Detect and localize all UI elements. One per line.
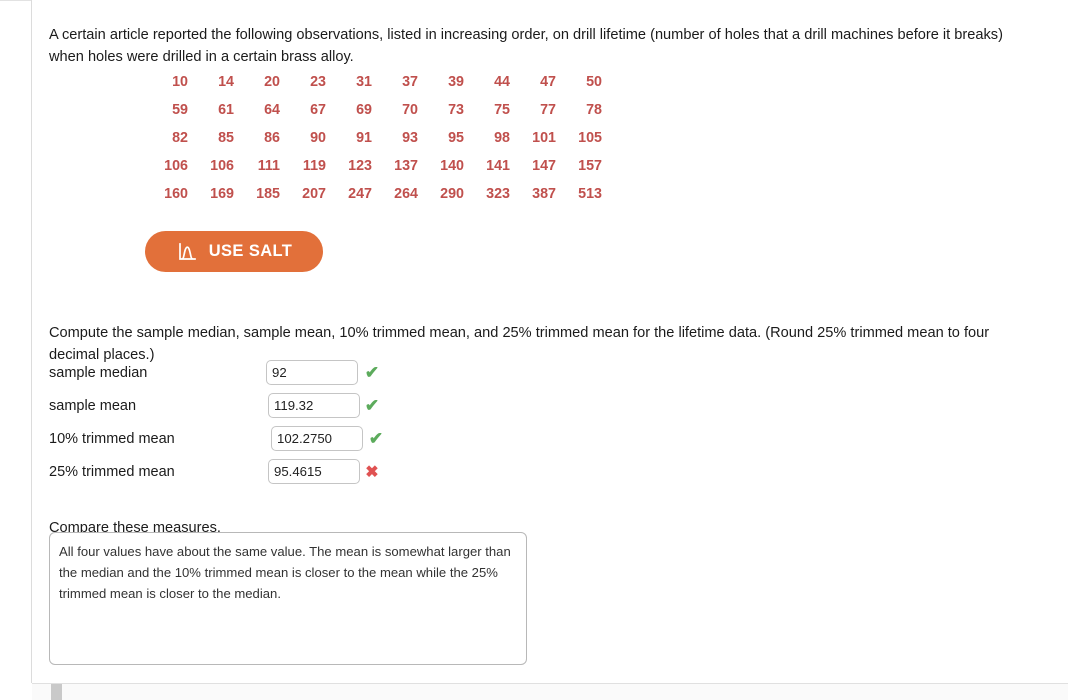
data-cell: 141	[486, 158, 510, 174]
data-cell: 14	[218, 74, 234, 90]
data-cell: 387	[532, 186, 556, 202]
observations-table: 10 14 20 23 31 37 39 44 47 50 59 61 64 6…	[142, 68, 602, 208]
sample-mean-input[interactable]	[268, 393, 360, 418]
data-cell: 47	[540, 74, 556, 90]
bottom-scrollbar-thumb[interactable]	[51, 684, 62, 700]
data-cell: 78	[586, 102, 602, 118]
data-cell: 247	[348, 186, 372, 202]
compare-answer-textarea[interactable]: All four values have about the same valu…	[49, 532, 527, 665]
answer-row-sample-median: sample median ✔	[49, 356, 409, 389]
correct-check-icon: ✔	[368, 428, 384, 448]
data-cell: 323	[486, 186, 510, 202]
distribution-curve-icon	[176, 241, 198, 263]
ten-percent-trimmed-mean-input[interactable]	[271, 426, 363, 451]
data-cell: 157	[578, 158, 602, 174]
data-cell: 86	[264, 130, 280, 146]
answer-fields-group: sample median ✔ sample mean ✔ 10% trimme…	[49, 356, 409, 488]
question-page: A certain article reported the following…	[0, 0, 1068, 700]
data-cell: 513	[578, 186, 602, 202]
bottom-scrollbar-track[interactable]	[32, 683, 1068, 700]
data-cell: 207	[302, 186, 326, 202]
data-cell: 90	[310, 130, 326, 146]
incorrect-x-icon: ✖	[365, 463, 379, 481]
data-cell: 10	[172, 74, 188, 90]
data-cell: 37	[402, 74, 418, 90]
data-cell: 61	[218, 102, 234, 118]
data-cell: 101	[532, 130, 556, 146]
table-row: 10 14 20 23 31 37 39 44 47 50	[142, 68, 602, 96]
data-cell: 31	[356, 74, 372, 90]
data-cell: 50	[586, 74, 602, 90]
data-cell: 137	[394, 158, 418, 174]
data-cell: 70	[402, 102, 418, 118]
data-cell: 82	[172, 130, 188, 146]
data-cell: 119	[302, 158, 326, 174]
data-cell: 23	[310, 74, 326, 90]
data-cell: 264	[394, 186, 418, 202]
correct-check-icon: ✔	[364, 362, 380, 382]
data-cell: 169	[210, 186, 234, 202]
answer-label: sample mean	[49, 397, 137, 414]
answer-row-25-percent-trimmed-mean: 25% trimmed mean ✖	[49, 455, 409, 488]
data-cell: 111	[257, 158, 280, 174]
answer-row-sample-mean: sample mean ✔	[49, 389, 409, 422]
data-cell: 91	[356, 130, 372, 146]
answer-row-10-percent-trimmed-mean: 10% trimmed mean ✔	[49, 422, 409, 455]
data-cell: 69	[356, 102, 372, 118]
data-cell: 98	[494, 130, 510, 146]
answer-label: 25% trimmed mean	[49, 463, 175, 480]
data-cell: 39	[448, 74, 464, 90]
data-cell: 105	[578, 130, 602, 146]
sample-median-input[interactable]	[266, 360, 358, 385]
table-row: 82 85 86 90 91 93 95 98 101 105	[142, 124, 602, 152]
data-cell: 64	[264, 102, 280, 118]
data-cell: 75	[494, 102, 510, 118]
use-salt-label: USE SALT	[208, 242, 293, 260]
table-row: 106 106 111 119 123 137 140 141 147 157	[142, 152, 602, 180]
data-cell: 93	[402, 130, 418, 146]
data-cell: 185	[256, 186, 280, 202]
data-cell: 67	[310, 102, 326, 118]
data-cell: 44	[494, 74, 510, 90]
data-cell: 59	[172, 102, 188, 118]
data-cell: 160	[164, 186, 188, 202]
data-cell: 123	[348, 158, 372, 174]
twentyfive-percent-trimmed-mean-input[interactable]	[268, 459, 360, 484]
use-salt-button[interactable]: USE SALT	[145, 231, 323, 272]
data-cell: 77	[540, 102, 556, 118]
data-cell: 140	[440, 158, 464, 174]
correct-check-icon: ✔	[364, 395, 380, 415]
answer-label: sample median	[49, 364, 148, 381]
data-cell: 147	[532, 158, 556, 174]
data-cell: 73	[448, 102, 464, 118]
question-content: A certain article reported the following…	[32, 0, 1068, 683]
answer-label: 10% trimmed mean	[49, 430, 175, 447]
table-row: 59 61 64 67 69 70 73 75 77 78	[142, 96, 602, 124]
data-cell: 106	[210, 158, 234, 174]
data-cell: 85	[218, 130, 234, 146]
data-cell: 106	[164, 158, 188, 174]
data-cell: 95	[448, 130, 464, 146]
data-cell: 20	[264, 74, 280, 90]
table-row: 160 169 185 207 247 264 290 323 387 513	[142, 180, 602, 208]
question-intro-text: A certain article reported the following…	[49, 26, 1003, 65]
data-cell: 290	[440, 186, 464, 202]
